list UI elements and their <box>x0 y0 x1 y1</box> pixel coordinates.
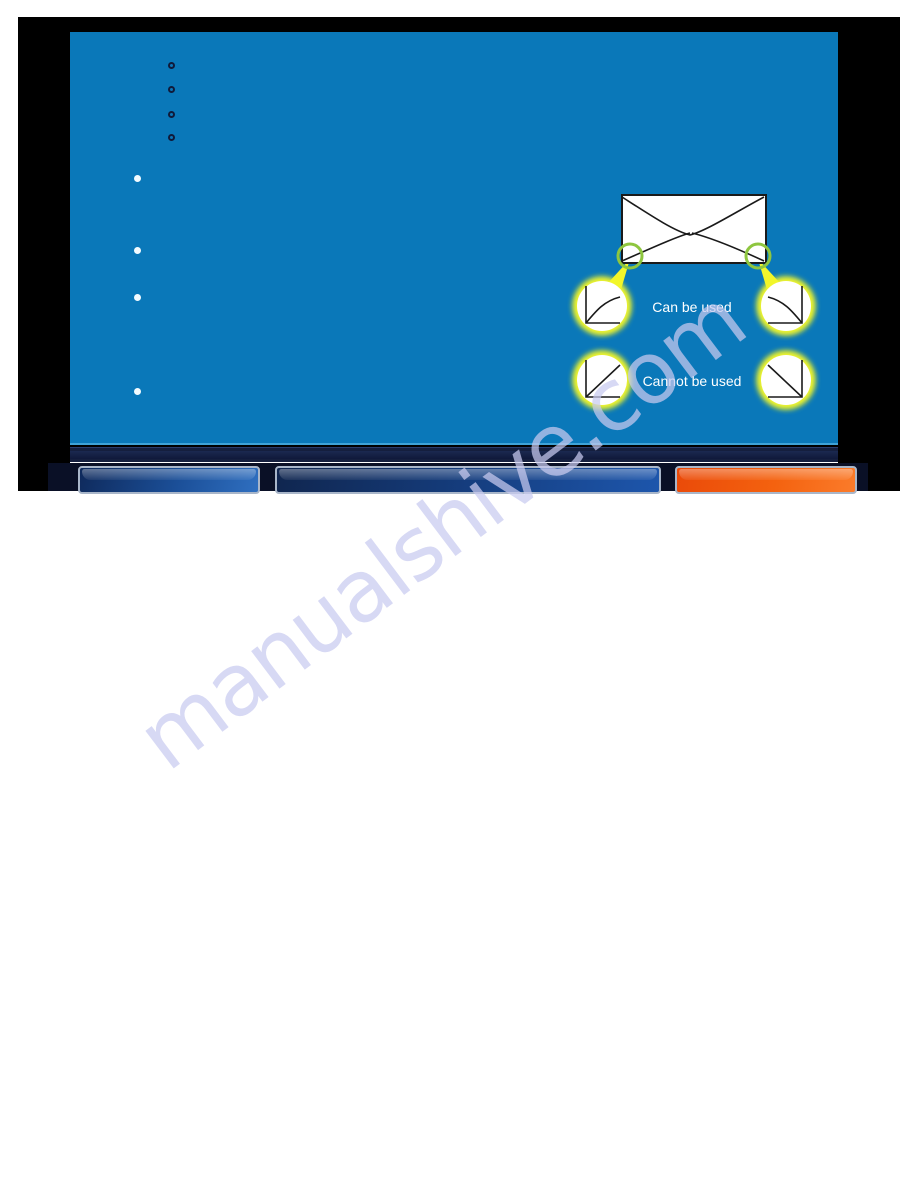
callout-can-left <box>574 278 630 334</box>
previous-button-gloss <box>82 469 256 481</box>
document-page: Can be used Cannot be used manualshive.c… <box>0 0 918 1188</box>
main-bullet-marker-1 <box>134 175 141 182</box>
slide-content-area: Can be used Cannot be used <box>70 32 838 445</box>
previous-button[interactable] <box>78 466 260 494</box>
main-bullet-marker-2 <box>134 247 141 254</box>
slide-footer-band-gloss <box>70 451 838 459</box>
contents-button[interactable] <box>275 466 661 494</box>
page-watermark: manualshive.com <box>120 271 810 900</box>
sub-bullet-marker-1 <box>168 62 175 69</box>
sub-bullet-marker-4 <box>168 134 175 141</box>
label-can-be-used: Can be used <box>652 299 731 315</box>
envelope-flap-diagram: Can be used Cannot be used <box>558 175 826 427</box>
main-bullet-marker-4 <box>134 388 141 395</box>
sub-bullet-marker-2 <box>168 86 175 93</box>
callout-can-right <box>758 278 814 334</box>
slide-frame: Can be used Cannot be used <box>18 17 900 494</box>
main-bullet-marker-3 <box>134 294 141 301</box>
envelope-shape <box>621 194 767 264</box>
callout-leader-lines <box>608 259 780 293</box>
label-cannot-be-used: Cannot be used <box>643 373 742 389</box>
callout-cannot-left <box>574 352 630 408</box>
sub-bullet-marker-3 <box>168 111 175 118</box>
contents-button-gloss <box>279 469 657 481</box>
next-button[interactable] <box>675 466 857 494</box>
next-button-gloss <box>679 469 853 481</box>
callout-cannot-right <box>758 352 814 408</box>
slide-footer-band <box>70 447 838 464</box>
